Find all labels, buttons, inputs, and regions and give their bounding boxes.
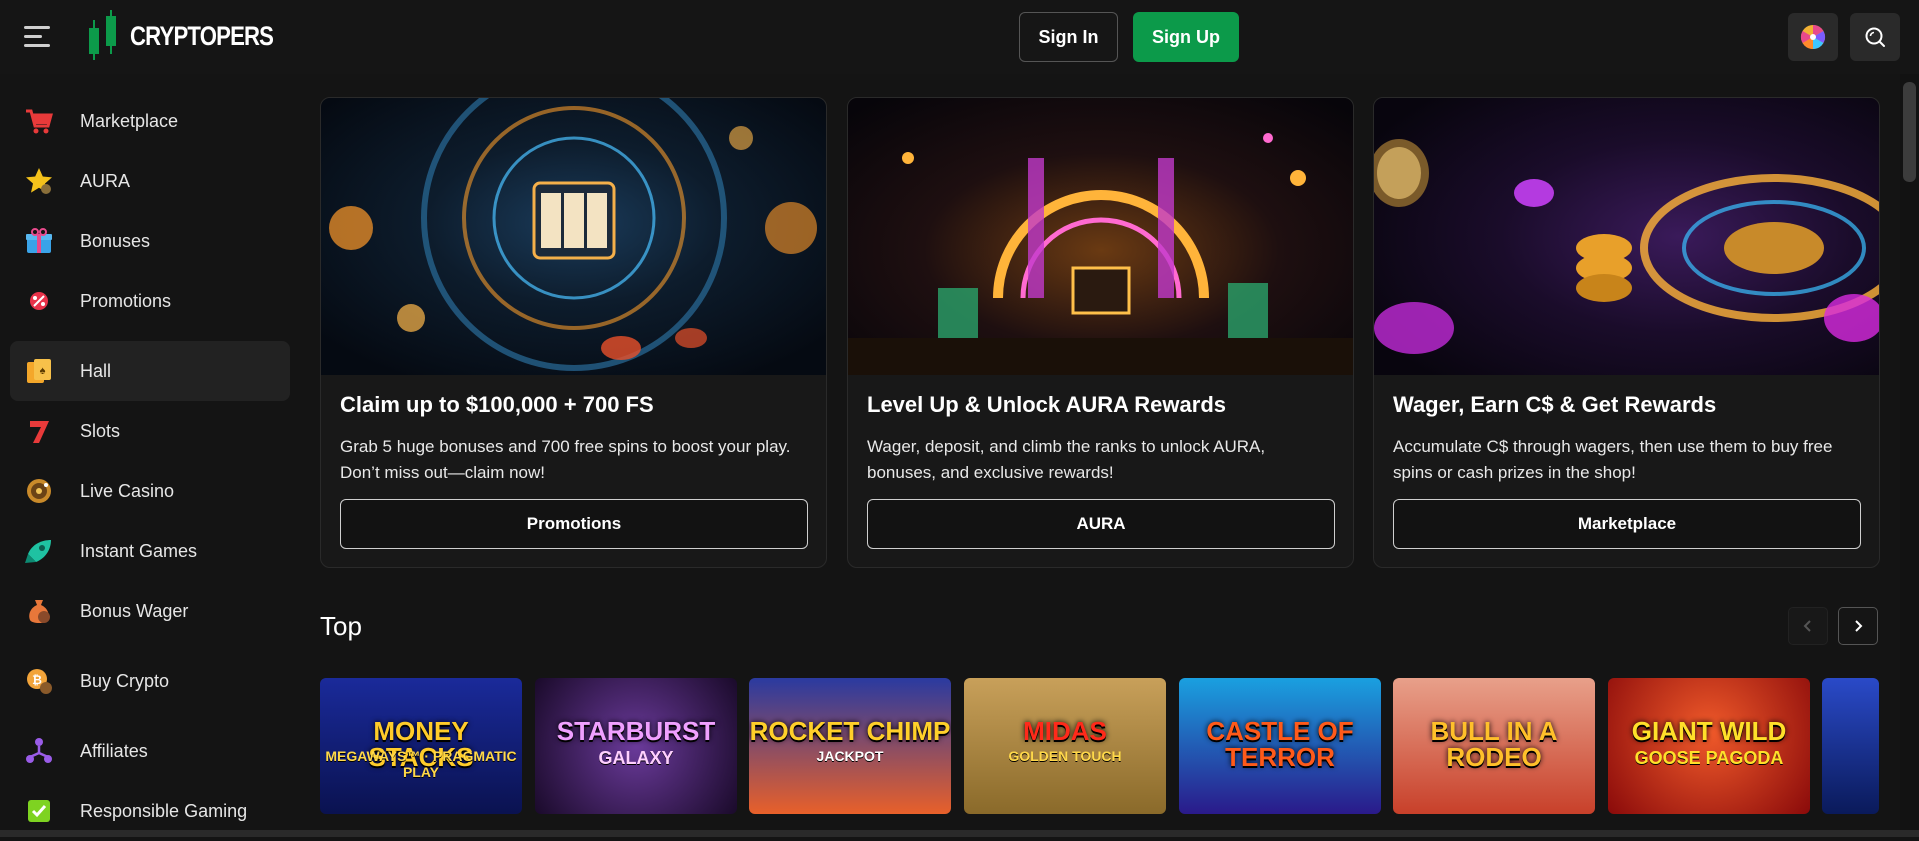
gift-icon: [24, 226, 54, 256]
promo-image-slot-machine: [321, 98, 826, 375]
sidebar-item-label: Buy Crypto: [80, 670, 170, 691]
chevron-right-icon: [1855, 620, 1863, 632]
promo-description: Grab 5 huge bonuses and 700 free spins t…: [340, 437, 791, 482]
svg-text:₿: ₿: [32, 673, 42, 687]
sidebar-item-label: Responsible Gaming: [80, 800, 248, 821]
promo-title: Wager, Earn C$ & Get Rewards: [1393, 392, 1717, 417]
fortune-wheel-icon: [1800, 24, 1826, 49]
roulette-icon: [24, 476, 54, 506]
scrollbar-thumb[interactable]: [1903, 82, 1916, 182]
promo-card-aura: Level Up & Unlock AURA Rewards Wager, de…: [847, 97, 1354, 568]
sidebar-item-aura[interactable]: AURA: [10, 151, 290, 211]
game-tile[interactable]: ROCKET CHIMP JACKPOT: [749, 678, 951, 814]
sidebar-item-bonuses[interactable]: Bonuses: [10, 211, 290, 271]
aura-button[interactable]: AURA: [867, 499, 1335, 549]
promo-title: Claim up to $100,000 + 700 FS: [340, 392, 654, 417]
game-tile[interactable]: CASTLE OF TERROR: [1179, 678, 1381, 814]
sidebar-item-label: Instant Games: [80, 540, 198, 561]
hall-icon: ♠: [24, 356, 54, 386]
top-bar: CRYPTOPERS Sign In Sign Up: [0, 0, 1919, 74]
promo-image-casino-arch: [848, 98, 1353, 375]
coin-icon: ₿: [24, 666, 54, 696]
logo-text: CRYPTOPERS: [130, 20, 274, 51]
star-icon: [24, 166, 54, 196]
game-subtitle: GOOSE PAGODA: [1634, 748, 1784, 768]
sidebar-item-slots[interactable]: Slots: [10, 401, 290, 461]
sidebar-item-label: Marketplace: [80, 110, 179, 131]
sidebar-item-label: Hall: [80, 360, 112, 381]
sidebar-item-instant-games[interactable]: Instant Games: [10, 521, 290, 581]
game-tile[interactable]: MONEY STACKS MEGAWAYS™ · PRAGMATIC PLAY: [320, 678, 522, 814]
sidebar-item-label: Bonuses: [80, 230, 151, 251]
sign-in-button[interactable]: Sign In: [1019, 12, 1118, 62]
logo[interactable]: CRYPTOPERS: [88, 10, 305, 62]
cart-icon: [24, 106, 54, 136]
section-title-top: Top: [320, 611, 362, 641]
search-icon: [1865, 27, 1885, 47]
sidebar-item-promotions[interactable]: Promotions: [10, 271, 290, 331]
game-subtitle: GOLDEN TOUCH: [1008, 748, 1122, 764]
carousel-next-button[interactable]: [1838, 607, 1878, 645]
marketplace-button[interactable]: Marketplace: [1393, 499, 1861, 549]
money-bag-icon: [24, 596, 54, 626]
rocket-icon: [24, 536, 54, 566]
sign-up-button[interactable]: Sign Up: [1133, 12, 1239, 62]
game-tile[interactable]: BULL IN A RODEO: [1393, 678, 1595, 814]
carousel-prev-button[interactable]: [1788, 607, 1828, 645]
sidebar-item-hall[interactable]: ♠ Hall: [10, 341, 290, 401]
sidebar-item-label: Live Casino: [80, 480, 175, 501]
game-title: MIDAS: [1023, 716, 1107, 746]
game-tile[interactable]: GIANT WILD GOOSE PAGODA: [1608, 678, 1810, 814]
horizontal-scrollbar[interactable]: [0, 830, 1919, 837]
menu-icon[interactable]: [24, 26, 52, 48]
scrollbar-track[interactable]: [1900, 74, 1919, 837]
sidebar-item-marketplace[interactable]: Marketplace: [10, 91, 290, 151]
promo-image-coins: [1374, 98, 1879, 375]
network-icon: [24, 736, 54, 766]
shield-check-icon: [24, 796, 54, 826]
slot-seven-icon: [24, 416, 54, 446]
promo-description: Wager, deposit, and climb the ranks to u…: [867, 437, 1266, 482]
sidebar-item-bonus-wager[interactable]: Bonus Wager: [10, 581, 290, 641]
sidebar-item-label: Bonus Wager: [80, 600, 189, 621]
game-subtitle: MEGAWAYS™ · PRAGMATIC PLAY: [325, 748, 517, 780]
game-title: GIANT WILD: [1631, 716, 1787, 746]
wheel-button[interactable]: [1788, 13, 1838, 61]
game-subtitle: JACKPOT: [816, 748, 884, 764]
sidebar-item-label: Affiliates: [80, 740, 148, 761]
sidebar-item-label: AURA: [80, 170, 131, 191]
promo-card-bonus: Claim up to $100,000 + 700 FS Grab 5 hug…: [320, 97, 827, 568]
sidebar-item-label: Slots: [80, 420, 121, 441]
sidebar-item-buy-crypto[interactable]: ₿ Buy Crypto: [10, 651, 290, 711]
promo-card-marketplace: Wager, Earn C$ & Get Rewards Accumulate …: [1373, 97, 1880, 568]
sidebar-item-label: Promotions: [80, 290, 172, 311]
game-title: STARBURST: [556, 716, 716, 746]
candlestick-logo-icon: [89, 10, 116, 60]
sidebar: Marketplace AURA Bonuses Promotions ♠ Ha…: [0, 74, 300, 837]
game-tile[interactable]: MIDAS GOLDEN TOUCH: [964, 678, 1166, 814]
sidebar-item-live-casino[interactable]: Live Casino: [10, 461, 290, 521]
game-title: ROCKET CHIMP: [749, 716, 951, 746]
game-title: BULL IN A RODEO: [1430, 716, 1558, 772]
promo-icon: [24, 286, 54, 316]
game-tile[interactable]: [1822, 678, 1879, 814]
chevron-left-icon: [1803, 620, 1811, 632]
game-title: CASTLE OF TERROR: [1206, 716, 1354, 772]
sidebar-item-affiliates[interactable]: Affiliates: [10, 721, 290, 781]
promotions-button[interactable]: Promotions: [340, 499, 808, 549]
promo-title: Level Up & Unlock AURA Rewards: [867, 392, 1227, 417]
search-button[interactable]: [1850, 13, 1900, 61]
game-tile[interactable]: STARBURST GALAXY: [535, 678, 737, 814]
svg-text:♠: ♠: [40, 365, 46, 377]
game-subtitle: GALAXY: [598, 748, 674, 768]
promo-description: Accumulate C$ through wagers, then use t…: [1393, 437, 1833, 482]
